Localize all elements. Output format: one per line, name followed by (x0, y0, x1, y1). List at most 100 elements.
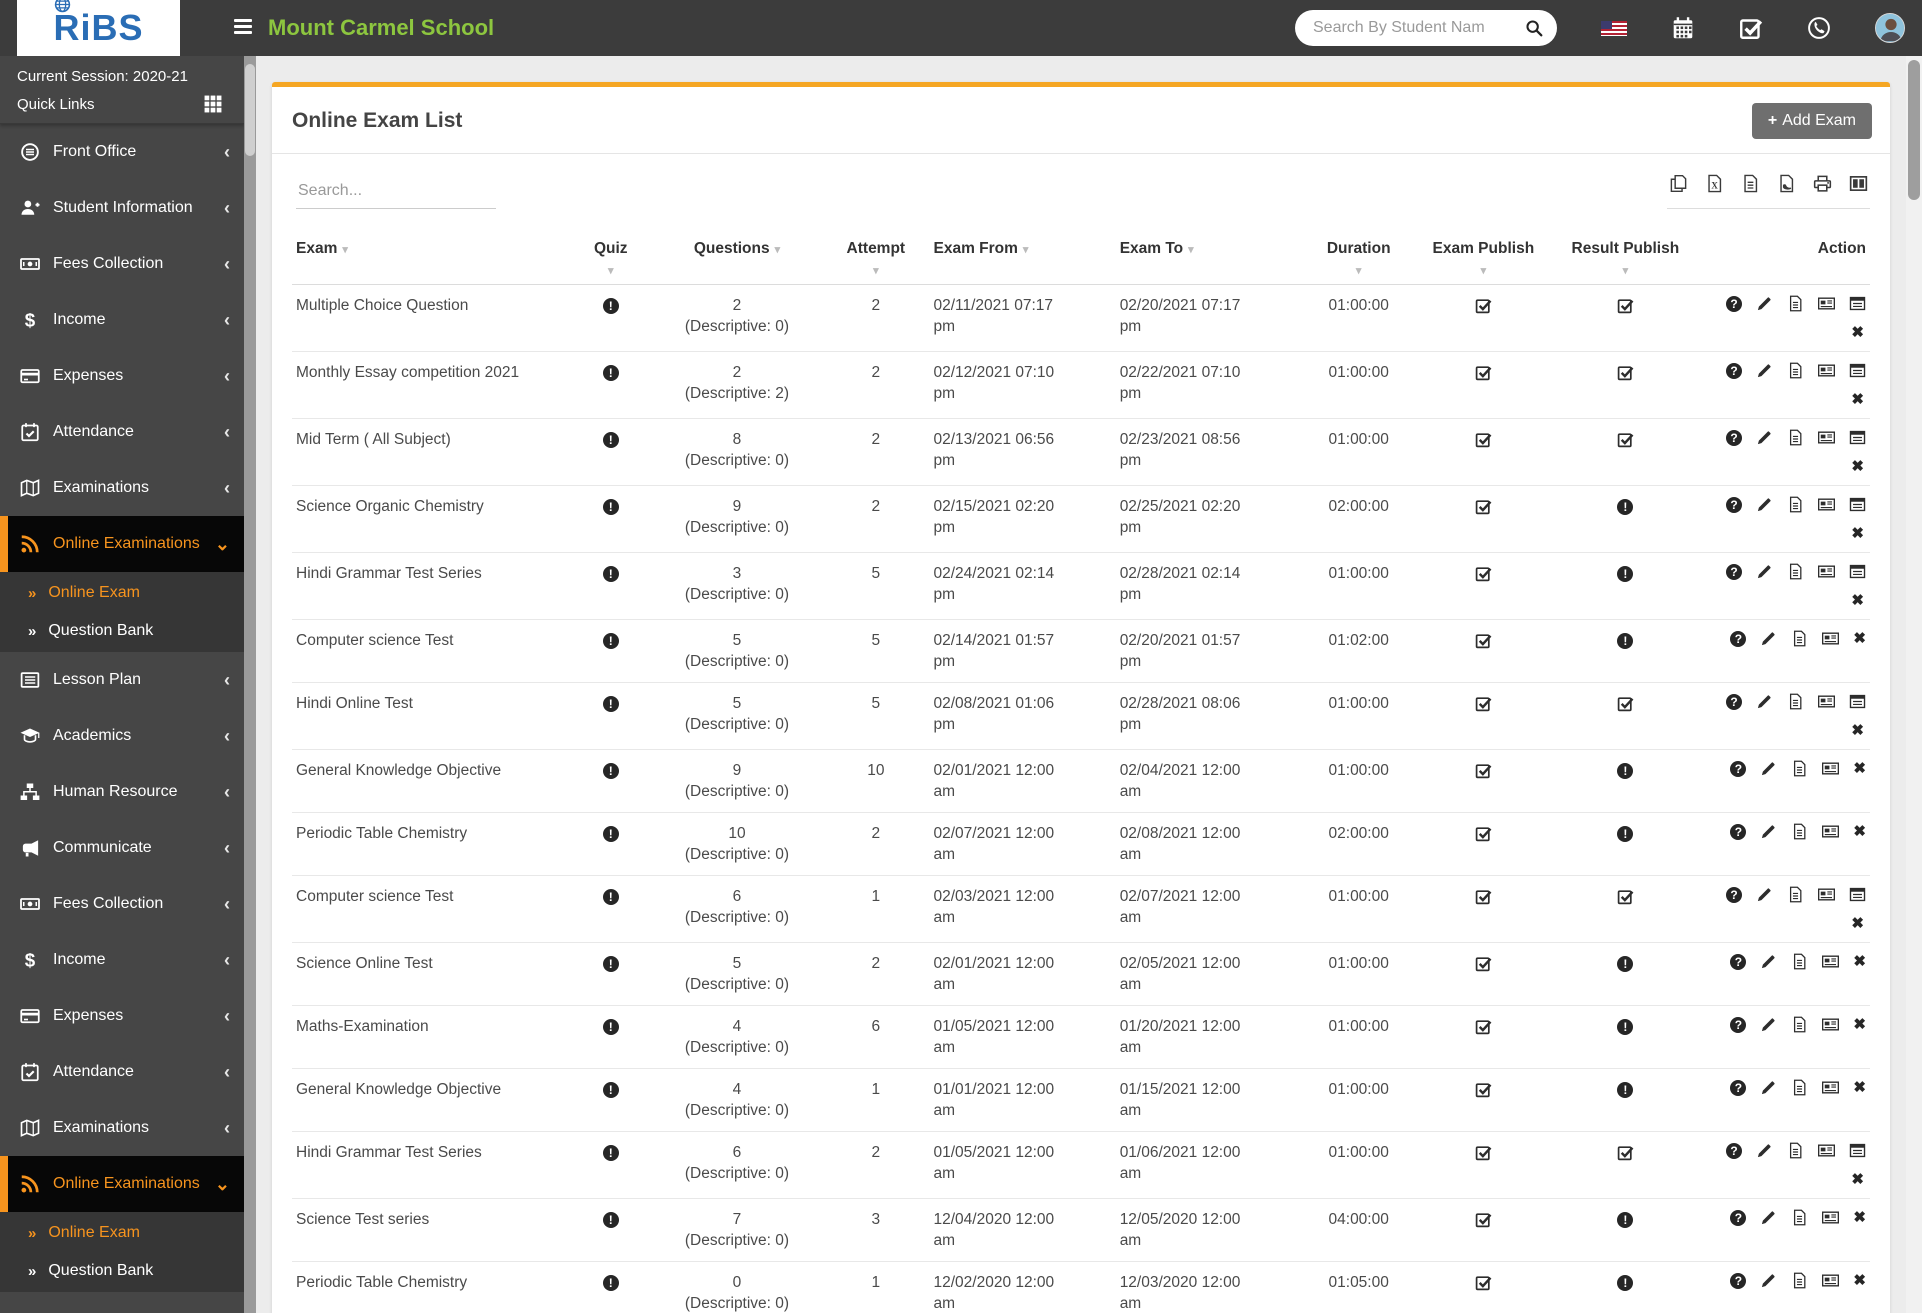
pdf-icon[interactable] (1777, 174, 1796, 198)
help-icon[interactable]: ? (1730, 823, 1747, 840)
help-icon[interactable]: ? (1730, 1016, 1747, 1033)
exam-paper-icon[interactable] (1791, 1079, 1808, 1096)
student-search-input[interactable] (1313, 19, 1525, 37)
exam-paper-icon[interactable] (1787, 362, 1804, 379)
help-icon[interactable]: ? (1730, 630, 1747, 647)
help-icon[interactable]: ? (1730, 1209, 1747, 1226)
delete-icon[interactable]: ✖ (1851, 722, 1864, 739)
edit-icon[interactable] (1756, 1142, 1773, 1159)
sidebar-scrollbar[interactable] (244, 56, 256, 1313)
edit-icon[interactable] (1760, 1209, 1777, 1226)
delete-icon[interactable]: ✖ (1851, 525, 1864, 542)
question-detail-icon[interactable] (1818, 693, 1835, 710)
sidebar-item-attendance[interactable]: Attendance ‹ (0, 404, 244, 460)
help-icon[interactable]: ? (1730, 760, 1747, 777)
column-header-exam-to[interactable]: Exam To ▾ (1116, 230, 1302, 285)
grid-icon[interactable] (204, 95, 222, 113)
delete-icon[interactable]: ✖ (1851, 458, 1864, 475)
sidebar-item-income[interactable]: Income ‹ (0, 932, 244, 988)
result-icon[interactable] (1849, 295, 1866, 312)
sidebar-item-lesson-plan[interactable]: Lesson Plan ‹ (0, 652, 244, 708)
edit-icon[interactable] (1760, 1272, 1777, 1289)
question-detail-icon[interactable] (1818, 362, 1835, 379)
edit-icon[interactable] (1760, 823, 1777, 840)
sidebar-item-online-examinations[interactable]: Online Examinations ⌄ (0, 1156, 244, 1212)
page-scrollbar[interactable] (1906, 56, 1922, 1313)
result-icon[interactable] (1849, 693, 1866, 710)
sidebar-subitem-question-bank[interactable]: » Question Bank (0, 612, 244, 650)
exam-paper-icon[interactable] (1791, 1016, 1808, 1033)
quick-links-label[interactable]: Quick Links (17, 96, 95, 113)
sidebar-scrollbar-thumb[interactable] (245, 64, 255, 156)
copy-icon[interactable] (1669, 174, 1688, 198)
delete-icon[interactable]: ✖ (1853, 760, 1866, 777)
sidebar-item-human-resource[interactable]: Human Resource ‹ (0, 764, 244, 820)
page-scrollbar-thumb[interactable] (1908, 60, 1920, 200)
exam-paper-icon[interactable] (1791, 1272, 1808, 1289)
sidebar-subitem-online-exam[interactable]: » Online Exam (0, 1214, 244, 1252)
question-detail-icon[interactable] (1822, 953, 1839, 970)
question-detail-icon[interactable] (1818, 496, 1835, 513)
user-avatar[interactable] (1875, 13, 1905, 43)
delete-icon[interactable]: ✖ (1853, 1079, 1866, 1096)
edit-icon[interactable] (1756, 886, 1773, 903)
help-icon[interactable]: ? (1726, 295, 1742, 312)
help-icon[interactable]: ? (1726, 429, 1742, 446)
result-icon[interactable] (1849, 429, 1866, 446)
delete-icon[interactable]: ✖ (1851, 915, 1864, 932)
delete-icon[interactable]: ✖ (1851, 1171, 1864, 1188)
sidebar-item-examinations[interactable]: Examinations ‹ (0, 1100, 244, 1156)
exam-paper-icon[interactable] (1791, 630, 1808, 647)
exam-paper-icon[interactable] (1787, 886, 1804, 903)
sidebar-subitem-online-exam[interactable]: » Online Exam (0, 574, 244, 612)
question-detail-icon[interactable] (1818, 295, 1835, 312)
exam-paper-icon[interactable] (1787, 295, 1804, 312)
column-header-questions[interactable]: Questions ▾ (652, 230, 822, 285)
column-header-attempt[interactable]: Attempt ▾ (822, 230, 929, 285)
student-search-box[interactable] (1295, 10, 1557, 46)
exam-paper-icon[interactable] (1791, 760, 1808, 777)
help-icon[interactable]: ? (1730, 1272, 1747, 1289)
edit-icon[interactable] (1760, 953, 1777, 970)
edit-icon[interactable] (1756, 496, 1773, 513)
sidebar-item-student-information[interactable]: Student Information ‹ (0, 180, 244, 236)
question-detail-icon[interactable] (1818, 1142, 1835, 1159)
columns-icon[interactable] (1849, 174, 1868, 198)
sidebar-item-fees-collection[interactable]: Fees Collection ‹ (0, 236, 244, 292)
result-icon[interactable] (1849, 1142, 1866, 1159)
sidebar-item-front-office[interactable]: Front Office ‹ (0, 124, 244, 180)
column-header-duration[interactable]: Duration ▾ (1302, 230, 1416, 285)
result-icon[interactable] (1849, 362, 1866, 379)
table-search-input[interactable] (296, 178, 496, 209)
edit-icon[interactable] (1756, 429, 1773, 446)
excel-icon[interactable] (1705, 174, 1724, 198)
question-detail-icon[interactable] (1822, 1016, 1839, 1033)
edit-icon[interactable] (1756, 295, 1773, 312)
language-flag-icon[interactable] (1601, 20, 1627, 36)
question-detail-icon[interactable] (1822, 1079, 1839, 1096)
delete-icon[interactable]: ✖ (1851, 324, 1864, 341)
delete-icon[interactable]: ✖ (1853, 823, 1866, 840)
add-exam-button[interactable]: + Add Exam (1751, 103, 1872, 139)
sidebar-subitem-question-bank[interactable]: » Question Bank (0, 1252, 244, 1290)
exam-paper-icon[interactable] (1791, 1209, 1808, 1226)
help-icon[interactable]: ? (1726, 563, 1742, 580)
edit-icon[interactable] (1760, 1016, 1777, 1033)
sidebar-item-academics[interactable]: Academics ‹ (0, 708, 244, 764)
delete-icon[interactable]: ✖ (1853, 630, 1866, 647)
result-icon[interactable] (1849, 496, 1866, 513)
column-header-exam-publish[interactable]: Exam Publish ▾ (1416, 230, 1552, 285)
tasks-icon[interactable] (1739, 16, 1763, 40)
search-icon[interactable] (1525, 19, 1543, 37)
sidebar-item-examinations[interactable]: Examinations ‹ (0, 460, 244, 516)
exam-paper-icon[interactable] (1791, 953, 1808, 970)
question-detail-icon[interactable] (1822, 823, 1839, 840)
csv-file-icon[interactable] (1741, 174, 1760, 198)
delete-icon[interactable]: ✖ (1853, 1209, 1866, 1226)
exam-paper-icon[interactable] (1787, 429, 1804, 446)
column-header-exam-from[interactable]: Exam From ▾ (929, 230, 1115, 285)
delete-icon[interactable]: ✖ (1853, 1272, 1866, 1289)
question-detail-icon[interactable] (1818, 429, 1835, 446)
edit-icon[interactable] (1756, 693, 1773, 710)
sidebar-item-online-examinations[interactable]: Online Examinations ⌄ (0, 516, 244, 572)
